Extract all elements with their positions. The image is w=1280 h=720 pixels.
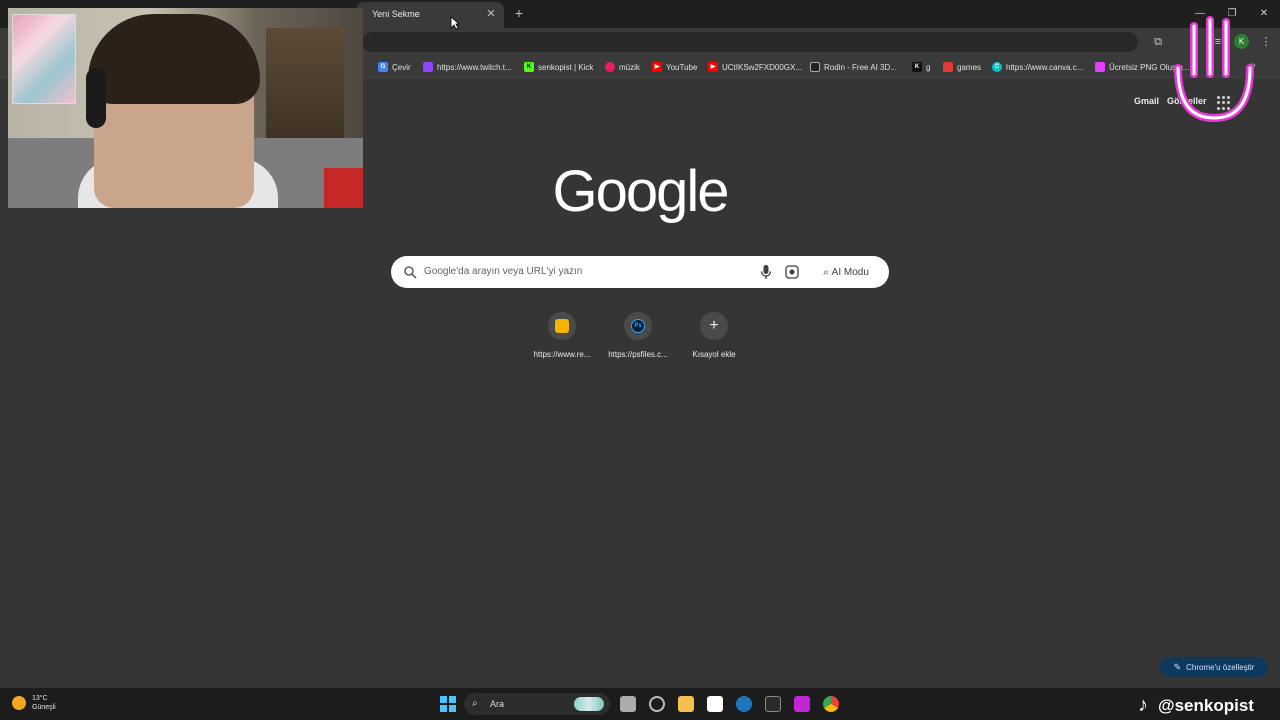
tab-title: Yeni Sekme — [372, 9, 420, 19]
bookmark-item[interactable]: ▶ UCtIKSw2FXD00GX... — [708, 60, 802, 74]
tiktok-logo-icon: ♪ — [1138, 694, 1148, 716]
search-icon: ⌕ — [472, 698, 478, 709]
sparkle-search-icon: ⌕ — [823, 266, 829, 278]
tab-new-tab[interactable]: Yeni Sekme ✕ — [356, 2, 504, 28]
lens-camera-icon[interactable] — [785, 265, 799, 279]
twitch-studio-icon[interactable] — [794, 696, 810, 712]
microphone-icon[interactable] — [759, 264, 773, 280]
shortcut-tile[interactable]: https://www.re... — [524, 312, 600, 368]
bookmark-item[interactable]: Chttps://www.canva.c... — [992, 60, 1083, 74]
bookmark-label: senkopist | Kick — [538, 62, 594, 72]
shortcut-tile[interactable]: Ps https://psfiles.c... — [600, 312, 676, 368]
bookmark-item[interactable]: https://www.twitch.t... — [423, 60, 512, 74]
epic-games-icon[interactable] — [765, 696, 781, 712]
store-icon[interactable] — [707, 696, 723, 712]
new-tab-plus-icon[interactable]: + — [512, 5, 526, 21]
bookmark-label: Rodin - Free AI 3D... — [824, 62, 897, 72]
search-highlight-art — [574, 697, 604, 711]
bookmark-item[interactable]: müzik — [605, 60, 640, 74]
windows-start-icon[interactable] — [440, 696, 456, 712]
ai-mode-button[interactable]: ⌕ AI Modu — [811, 261, 881, 283]
shortcut-label: https://psfiles.c... — [608, 350, 668, 359]
headset — [86, 68, 106, 128]
bookmark-label: YouTube — [666, 62, 698, 72]
google-logo: Google — [552, 159, 729, 224]
kick-icon: K — [912, 62, 922, 72]
sun-icon — [12, 696, 26, 710]
twitch-icon — [423, 62, 433, 72]
address-bar[interactable] — [362, 32, 1138, 52]
music-icon — [605, 62, 615, 72]
bookmark-label: UCtIKSw2FXD00GX... — [722, 62, 803, 72]
bookmark-label: https://www.twitch.t... — [437, 62, 512, 72]
gmail-link[interactable]: Gmail — [1134, 96, 1159, 106]
chatgpt-icon[interactable] — [649, 696, 665, 712]
youtube-icon: ▶ — [652, 62, 662, 72]
bookmark-label: Çevir — [392, 62, 411, 72]
games-icon — [943, 62, 953, 72]
youtube-icon: ▶ — [708, 62, 718, 72]
customize-chrome-button[interactable]: ✎ Chrome'u özelleştir — [1160, 657, 1268, 677]
plus-icon: + — [709, 317, 719, 334]
add-shortcut-tile[interactable]: + Kısayol ekle — [676, 312, 752, 368]
bookmark-item[interactable]: ▶ YouTube — [652, 60, 697, 74]
tiktok-handle: @senkopist — [1158, 695, 1254, 715]
weather-text: 13°C Güneşli — [32, 694, 56, 712]
streamer-hand-logo — [1174, 16, 1254, 123]
photoshop-icon: Ps — [631, 319, 645, 333]
shortcut-label: https://www.re... — [533, 350, 591, 359]
bookmark-label: g — [926, 62, 931, 72]
bookmark-item[interactable]: games — [943, 60, 981, 74]
bookmark-item[interactable]: Rodin - Free AI 3D... — [810, 60, 897, 74]
bookmark-item[interactable]: G Çevir — [378, 60, 411, 74]
file-explorer-icon[interactable] — [678, 696, 694, 712]
mouse-cursor-icon — [450, 16, 460, 30]
red-object — [324, 168, 363, 208]
translate-icon: G — [378, 62, 388, 72]
webcam-overlay — [8, 8, 363, 208]
chrome-icon[interactable] — [823, 696, 839, 712]
taskbar-search-label: Ara — [490, 699, 505, 709]
screen: Yeni Sekme ✕ + — ❐ ✕ ⧉ ⤓ ≡ K ⋮ G Çevir ht… — [0, 0, 1280, 720]
shortcut-icon-bg: Ps — [624, 312, 652, 340]
bookmark-label: müzik — [619, 62, 640, 72]
shortcut-icon-bg — [548, 312, 576, 340]
shortcut-icon-bg: + — [700, 312, 728, 340]
png-icon — [1095, 62, 1105, 72]
task-view-icon[interactable] — [620, 696, 636, 712]
search-box[interactable]: Google'da arayın veya URL'yi yazın ⌕ AI … — [391, 256, 889, 288]
shortcut-label: Kısayol ekle — [692, 350, 736, 359]
bookmark-item[interactable]: Ksenkopist | Kick — [524, 60, 593, 74]
tiktok-watermark: ♪ @senkopist — [1138, 694, 1254, 717]
ai-mode-label: AI Modu — [831, 266, 869, 278]
close-icon[interactable]: ✕ — [484, 7, 498, 20]
pencil-icon: ✎ — [1173, 661, 1182, 672]
taskbar-search[interactable]: ⌕ Ara — [464, 693, 610, 715]
rodin-icon — [810, 62, 820, 72]
wall-poster — [12, 14, 76, 104]
weather-widget[interactable]: 13°C Güneşli — [12, 694, 56, 712]
canva-icon: C — [992, 62, 1002, 72]
bookmark-item[interactable]: Kg — [912, 60, 930, 74]
taskbar: 13°C Güneşli ⌕ Ara — [0, 688, 1280, 720]
search-input[interactable]: Google'da arayın veya URL'yi yazın — [424, 266, 582, 277]
search-icon — [404, 266, 417, 279]
kick-icon: K — [524, 62, 534, 72]
weather-temp: 13°C — [32, 695, 48, 702]
person-hair — [88, 14, 260, 104]
layers-icon — [555, 319, 569, 333]
bookmark-label: games — [957, 62, 982, 72]
weather-desc: Güneşli — [32, 704, 56, 711]
steam-icon[interactable] — [736, 696, 752, 712]
bookmark-label: https://www.canva.c... — [1006, 62, 1084, 72]
customize-label: Chrome'u özelleştir — [1186, 662, 1255, 672]
